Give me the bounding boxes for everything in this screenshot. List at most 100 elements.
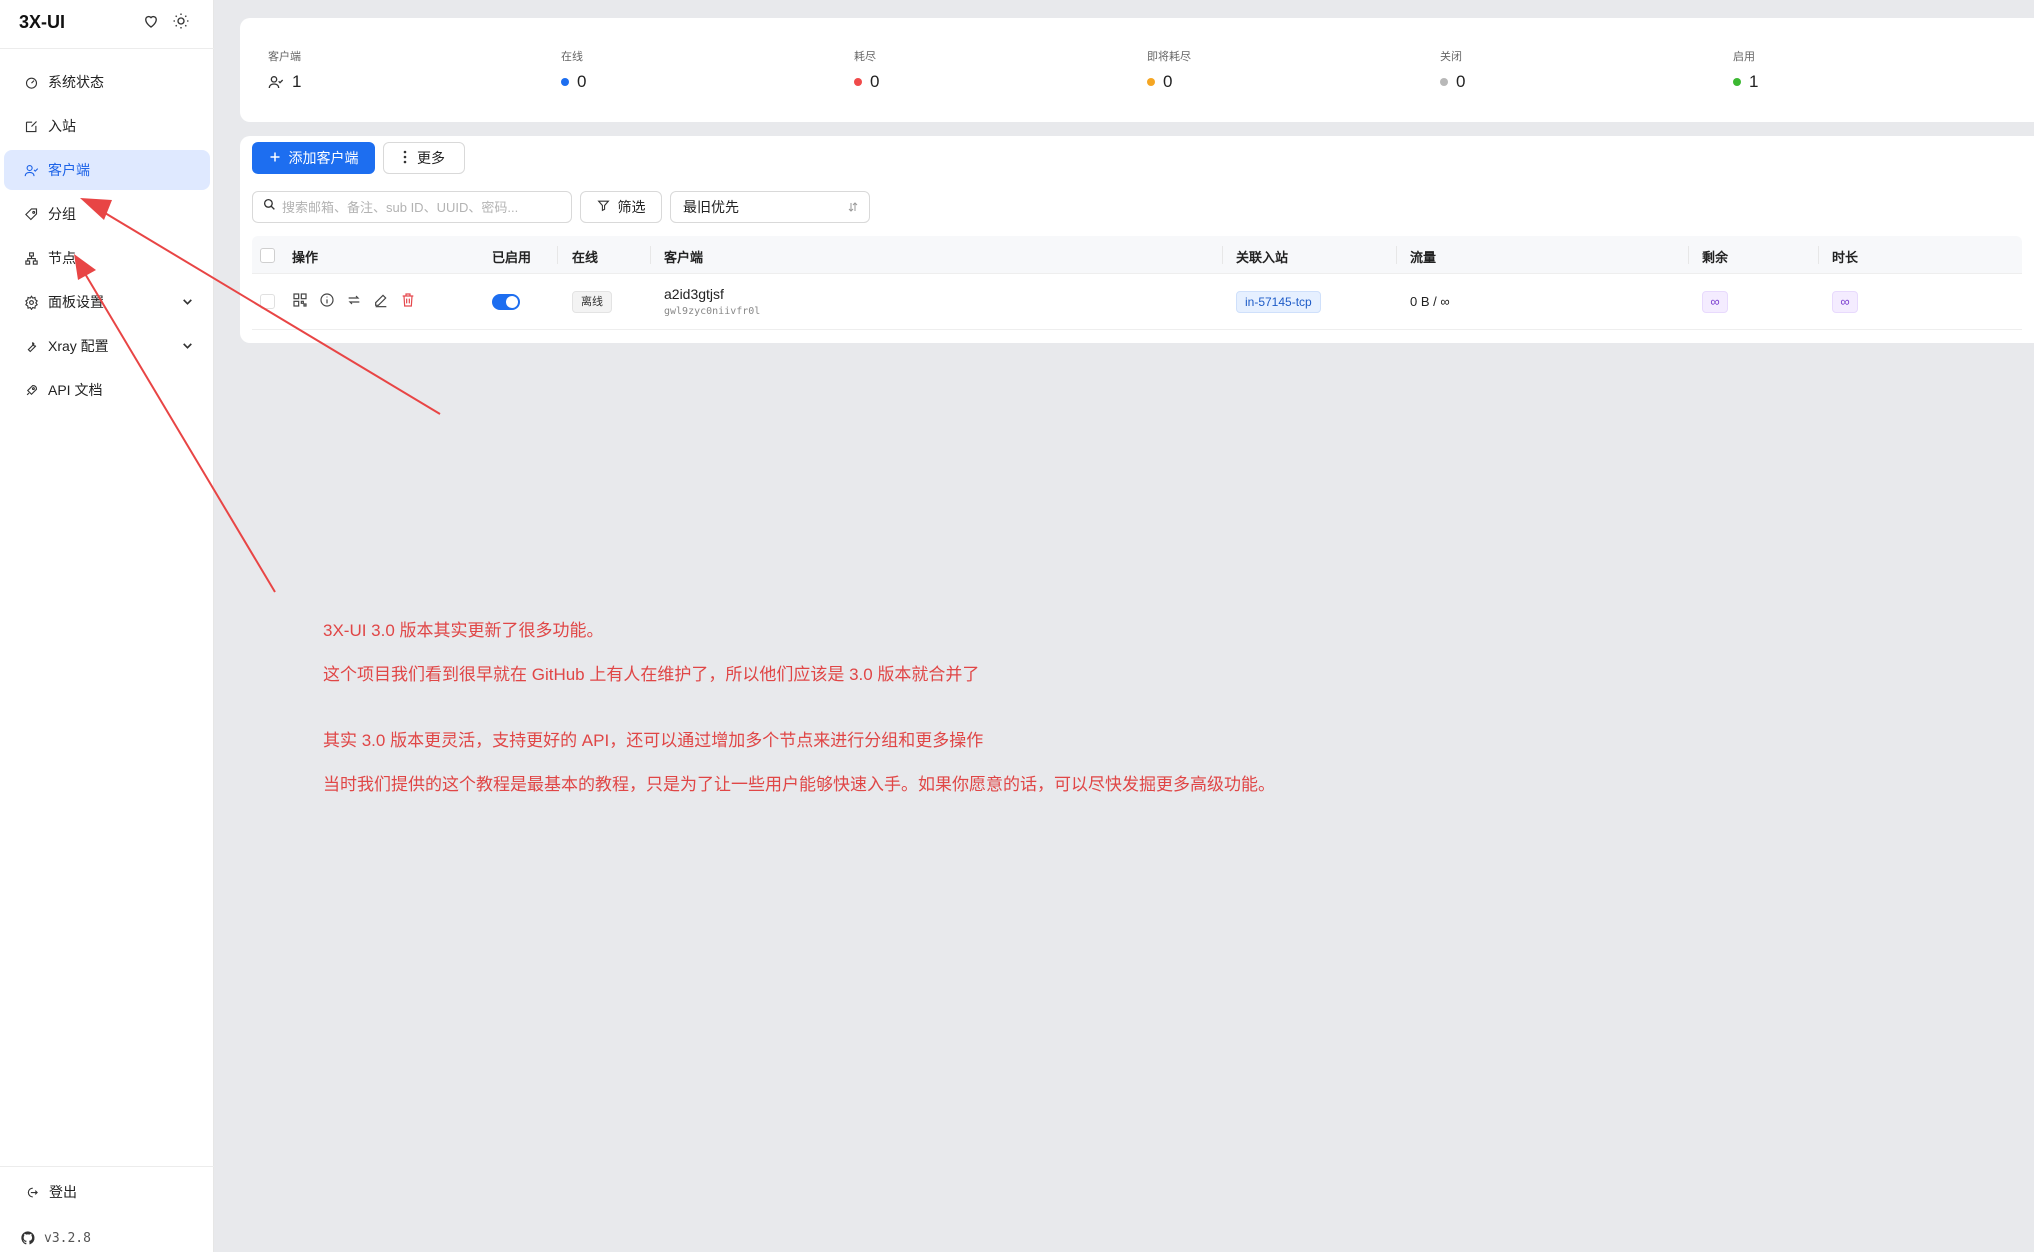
- info-icon[interactable]: [319, 292, 335, 313]
- column-header: 已启用: [492, 250, 532, 265]
- column-header: 操作: [292, 250, 319, 265]
- stat-value: 0: [854, 72, 879, 92]
- column-separator: [557, 246, 558, 264]
- chevron-down-icon[interactable]: [181, 295, 194, 308]
- divider: [0, 48, 214, 49]
- online-status-badge: 离线: [572, 291, 612, 313]
- filter-button[interactable]: 筛选: [580, 191, 662, 223]
- search-icon: [263, 198, 276, 216]
- annotation-line: 3X-UI 3.0 版本其实更新了很多功能。: [323, 621, 604, 640]
- logout-label: 登出: [49, 1184, 77, 1200]
- rocket-icon: [24, 383, 39, 398]
- version-label: v3.2.8: [44, 1230, 91, 1246]
- sidebar-item-label: 节点: [48, 250, 76, 266]
- stat-number: 1: [1749, 72, 1759, 91]
- client-name: a2id3gtjsf: [664, 286, 724, 302]
- column-separator: [1688, 246, 1689, 264]
- sun-icon[interactable]: [172, 12, 190, 35]
- stat-value: 0: [1147, 72, 1191, 92]
- chevron-down-icon[interactable]: [181, 339, 194, 352]
- reset-icon[interactable]: [346, 292, 362, 313]
- column-header: 剩余: [1702, 250, 1729, 265]
- annotation-line: 当时我们提供的这个教程是最基本的教程，只是为了让一些用户能够快速入手。如果你愿意…: [323, 775, 1275, 794]
- sidebar-item-groups[interactable]: 分组: [4, 194, 210, 234]
- enabled-toggle[interactable]: [492, 294, 520, 310]
- search-input[interactable]: [282, 199, 562, 215]
- stat-number: 0: [1456, 72, 1466, 91]
- sort-select[interactable]: 最旧优先: [670, 191, 870, 223]
- sidebar-item-system-status[interactable]: 系统状态: [4, 62, 210, 102]
- sidebar-item-label: 入站: [48, 118, 76, 134]
- sidebar-item-xray-config[interactable]: Xray 配置: [4, 326, 210, 366]
- sidebar-item-label: 客户端: [48, 162, 90, 178]
- tag-icon: [24, 207, 39, 222]
- dashboard-icon: [24, 75, 39, 90]
- annotation-line: 这个项目我们看到很早就在 GitHub 上有人在维护了，所以他们应该是 3.0 …: [323, 665, 980, 684]
- status-dot: [1440, 78, 1448, 86]
- plus-icon: [269, 150, 281, 166]
- status-dot: [561, 78, 569, 86]
- stat-expiring: 即将耗尽 0: [1147, 48, 1191, 92]
- stat-number: 0: [870, 72, 880, 91]
- brand-title: 3X-UI: [19, 12, 66, 32]
- status-dot: [854, 78, 862, 86]
- brand-actions: [142, 12, 190, 35]
- duration-badge: ∞: [1832, 291, 1858, 313]
- stat-label: 关闭: [1440, 51, 1462, 63]
- sidebar-item-api-docs[interactable]: API 文档: [4, 370, 210, 410]
- stat-label: 即将耗尽: [1147, 51, 1191, 63]
- sidebar: 3X-UI 系统状态 入站 客户端 分组 节点 面板设置 Xray 配置 API…: [0, 0, 214, 1252]
- remaining-badge: ∞: [1702, 291, 1728, 313]
- table-row[interactable]: 离线 a2id3gtjsf gwl9zyc0niivfr0l in-57145-…: [252, 274, 2022, 330]
- stat-value: 1: [268, 72, 301, 92]
- row-checkbox[interactable]: [260, 294, 275, 309]
- stat-disabled: 关闭 0: [1440, 48, 1465, 92]
- add-client-button[interactable]: 添加客户端: [252, 142, 375, 174]
- column-separator: [1818, 246, 1819, 264]
- select-all-checkbox[interactable]: [260, 248, 275, 263]
- logout-button[interactable]: 登出: [24, 1182, 77, 1202]
- traffic-value: 0 B / ∞: [1410, 294, 1450, 309]
- sidebar-item-label: Xray 配置: [48, 338, 109, 354]
- add-client-label: 添加客户端: [288, 150, 359, 166]
- sidebar-item-label: 系统状态: [48, 74, 104, 90]
- edit-icon[interactable]: [373, 292, 389, 313]
- stat-label: 在线: [561, 51, 583, 63]
- stat-enabled: 启用 1: [1733, 48, 1758, 92]
- sort-icon: [848, 202, 858, 212]
- inbound-tag: in-57145-tcp: [1236, 291, 1321, 313]
- stat-clients: 客户端 1: [268, 48, 301, 92]
- version-link[interactable]: v3.2.8: [20, 1230, 91, 1246]
- sort-value: 最旧优先: [683, 199, 739, 215]
- heart-icon[interactable]: [142, 12, 160, 35]
- sidebar-item-panel-settings[interactable]: 面板设置: [4, 282, 210, 322]
- github-icon: [21, 1231, 35, 1245]
- users-icon: [268, 76, 284, 89]
- cluster-icon: [24, 251, 39, 266]
- more-button[interactable]: 更多: [383, 142, 465, 174]
- sidebar-item-label: API 文档: [48, 382, 103, 398]
- delete-icon[interactable]: [400, 292, 416, 313]
- clients-card: 添加客户端 更多 筛选 最旧优先 操作 已启用 在线 客户端 关: [240, 136, 2034, 343]
- column-header: 时长: [1832, 250, 1859, 265]
- column-separator: [1222, 246, 1223, 264]
- sidebar-item-nodes[interactable]: 节点: [4, 238, 210, 278]
- sidebar-item-clients[interactable]: 客户端: [4, 150, 210, 190]
- more-label: 更多: [417, 150, 445, 166]
- users-icon: [24, 163, 39, 178]
- logout-icon: [27, 1187, 38, 1197]
- stat-online: 在线 0: [561, 48, 586, 92]
- column-header: 关联入站: [1236, 250, 1289, 265]
- wrench-icon: [24, 339, 39, 354]
- client-subid: gwl9zyc0niivfr0l: [664, 306, 761, 317]
- sidebar-item-label: 面板设置: [48, 294, 104, 310]
- stat-label: 客户端: [268, 51, 301, 63]
- qrcode-icon[interactable]: [292, 292, 308, 313]
- row-actions: [292, 292, 416, 313]
- clients-table: 操作 已启用 在线 客户端 关联入站 流量 剩余 时长 离线 a2id3gtjs…: [252, 236, 2022, 330]
- sidebar-item-inbound[interactable]: 入站: [4, 106, 210, 146]
- filter-icon: [596, 199, 610, 215]
- stat-label: 耗尽: [854, 51, 876, 63]
- column-header: 客户端: [664, 250, 704, 265]
- table-header: 操作 已启用 在线 客户端 关联入站 流量 剩余 时长: [252, 236, 2022, 274]
